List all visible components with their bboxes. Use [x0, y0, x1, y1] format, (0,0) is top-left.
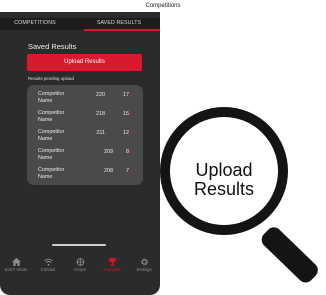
bottom-nav: ELEY InSite Contact Scope Compete Settin…: [0, 253, 160, 281]
nav-label: Scope: [74, 267, 86, 272]
x-count-marker: [130, 113, 132, 115]
result-row[interactable]: Competitor Name 208 7: [27, 165, 143, 183]
competitor-x-count: 12: [123, 130, 129, 136]
competitor-x-count: 8: [126, 149, 129, 155]
phone-screen: COMPETITIONS SAVED RESULTS Saved Results…: [0, 12, 160, 295]
result-row[interactable]: Competitor Name 211 12: [27, 127, 143, 145]
competitor-name: Competitor Name: [38, 91, 65, 104]
competitor-score: 211: [96, 130, 105, 136]
nav-label: Compete: [103, 267, 121, 272]
results-list: Competitor Name 220 17 Competitor Name 2…: [27, 85, 143, 185]
competitor-name: Competitor Name: [38, 167, 65, 180]
x-count-marker: [130, 170, 132, 172]
competitor-name: Competitor Name: [38, 110, 65, 123]
nav-label: Contact: [40, 267, 56, 272]
competitor-name: Competitor Name: [38, 148, 65, 161]
tab-competitions[interactable]: COMPETITIONS: [0, 18, 70, 30]
competitor-x-count: 17: [123, 92, 129, 98]
competitor-score: 208: [104, 168, 113, 174]
competitor-score: 209: [104, 149, 113, 155]
x-count-marker: [130, 132, 132, 134]
section-title: Saved Results: [28, 42, 77, 51]
result-row[interactable]: Competitor Name 218 15: [27, 108, 143, 126]
upload-results-button[interactable]: Upload Results: [27, 54, 142, 71]
nav-item-eley-insite[interactable]: ELEY InSite: [0, 253, 32, 281]
competitor-x-count: 15: [123, 111, 129, 117]
tab-bar: COMPETITIONS SAVED RESULTS: [0, 18, 160, 31]
x-count-marker: [130, 94, 132, 96]
competitor-x-count: 7: [126, 168, 129, 174]
home-icon: [11, 258, 21, 266]
competitor-score: 220: [96, 92, 105, 98]
x-count-marker: [130, 151, 132, 153]
scope-icon: [76, 258, 84, 266]
nav-item-contact[interactable]: Contact: [32, 253, 64, 281]
magnifier-lens: Upload Results: [160, 107, 288, 235]
page-caption: Competitions: [145, 3, 181, 9]
active-tab-indicator: [84, 29, 160, 31]
trophy-icon: [107, 258, 117, 266]
wifi-icon: [43, 258, 53, 266]
nav-label: ELEY InSite: [4, 267, 28, 272]
nav-item-settings[interactable]: Settings: [128, 253, 160, 281]
gear-icon: [140, 258, 148, 266]
competitor-score: 218: [96, 111, 105, 117]
nav-label: Settings: [136, 267, 152, 272]
home-indicator: [52, 244, 106, 246]
magnifier-handle: [258, 224, 322, 286]
nav-item-scope[interactable]: Scope: [64, 253, 96, 281]
competitor-name: Competitor Name: [38, 129, 65, 142]
result-row[interactable]: Competitor Name 209 8: [27, 146, 143, 164]
result-row[interactable]: Competitor Name 220 17: [27, 89, 143, 107]
magnified-upload-label: Upload Results: [193, 160, 255, 199]
pending-upload-label: Results pending upload: [28, 76, 74, 81]
nav-item-compete[interactable]: Compete: [96, 253, 128, 281]
